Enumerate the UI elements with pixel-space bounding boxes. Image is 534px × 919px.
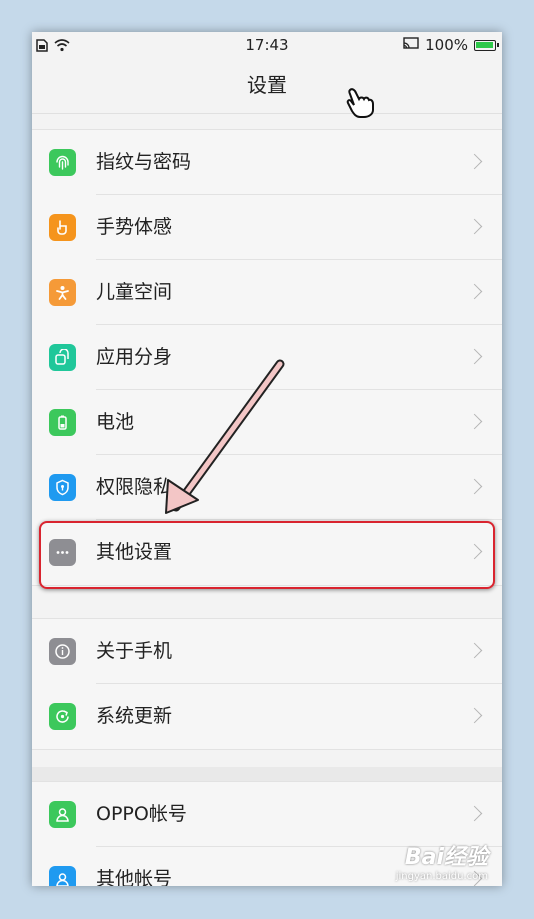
chevron-right-icon bbox=[466, 348, 483, 365]
settings-item-label: 系统更新 bbox=[96, 705, 173, 727]
settings-item-label: 关于手机 bbox=[96, 640, 173, 662]
settings-item[interactable]: 手势体感 bbox=[32, 195, 502, 260]
settings-item-label: 权限隐私 bbox=[96, 476, 173, 498]
phone-screen: 17:43 100% 设置 指纹与密码 手势体感 儿童空间 应用分身 电池 权限隐私 其他设… bbox=[32, 32, 502, 886]
battery-status-icon bbox=[474, 39, 499, 51]
privacy-shield-icon bbox=[49, 474, 76, 501]
watermark: Bai经验 jingyan.baidu.com bbox=[396, 839, 488, 882]
chevron-right-icon bbox=[466, 218, 483, 235]
settings-item-label: 其他帐号 bbox=[96, 868, 173, 886]
hand-gesture-icon bbox=[49, 214, 76, 241]
system-update-icon bbox=[49, 703, 76, 730]
chevron-right-icon bbox=[466, 153, 483, 170]
child-icon bbox=[49, 279, 76, 306]
settings-item-label: 指纹与密码 bbox=[96, 151, 192, 173]
settings-item[interactable]: 应用分身 bbox=[32, 325, 502, 390]
settings-item[interactable]: 电池 bbox=[32, 390, 502, 455]
highlight-box bbox=[39, 521, 495, 589]
settings-group: 关于手机 系统更新 bbox=[32, 618, 502, 750]
settings-item[interactable]: 关于手机 bbox=[32, 619, 502, 684]
info-icon bbox=[49, 638, 76, 665]
fingerprint-icon bbox=[49, 149, 76, 176]
chevron-right-icon bbox=[466, 478, 483, 495]
app-clone-icon bbox=[49, 344, 76, 371]
settings-group: 指纹与密码 手势体感 儿童空间 应用分身 电池 权限隐私 其他设置 bbox=[32, 129, 502, 586]
chevron-right-icon bbox=[466, 642, 483, 659]
settings-item-label: 电池 bbox=[96, 411, 135, 433]
chevron-right-icon bbox=[466, 805, 483, 822]
hand-cursor-icon bbox=[346, 86, 376, 122]
chevron-right-icon bbox=[466, 413, 483, 430]
chevron-right-icon bbox=[466, 283, 483, 300]
settings-item[interactable]: 权限隐私 bbox=[32, 455, 502, 520]
section-divider bbox=[32, 767, 502, 781]
battery-percent: 100% bbox=[425, 36, 468, 54]
status-bar: 17:43 100% bbox=[32, 32, 502, 58]
settings-item-label: 儿童空间 bbox=[96, 281, 173, 303]
settings-item-label: 应用分身 bbox=[96, 346, 173, 368]
settings-item-label: OPPO帐号 bbox=[96, 803, 187, 825]
page-title: 设置 bbox=[32, 58, 502, 114]
settings-item[interactable]: 系统更新 bbox=[32, 684, 502, 749]
settings-item[interactable]: OPPO帐号 bbox=[32, 782, 502, 847]
cast-icon bbox=[403, 36, 419, 54]
watermark-brand: Bai经验 bbox=[404, 845, 488, 870]
settings-item[interactable]: 儿童空间 bbox=[32, 260, 502, 325]
watermark-url: jingyan.baidu.com bbox=[395, 871, 488, 882]
settings-item[interactable]: 指纹与密码 bbox=[32, 130, 502, 195]
user-icon bbox=[49, 801, 76, 828]
user-icon bbox=[49, 866, 76, 886]
battery-icon bbox=[49, 409, 76, 436]
chevron-right-icon bbox=[466, 707, 483, 724]
settings-item-label: 手势体感 bbox=[96, 216, 173, 238]
